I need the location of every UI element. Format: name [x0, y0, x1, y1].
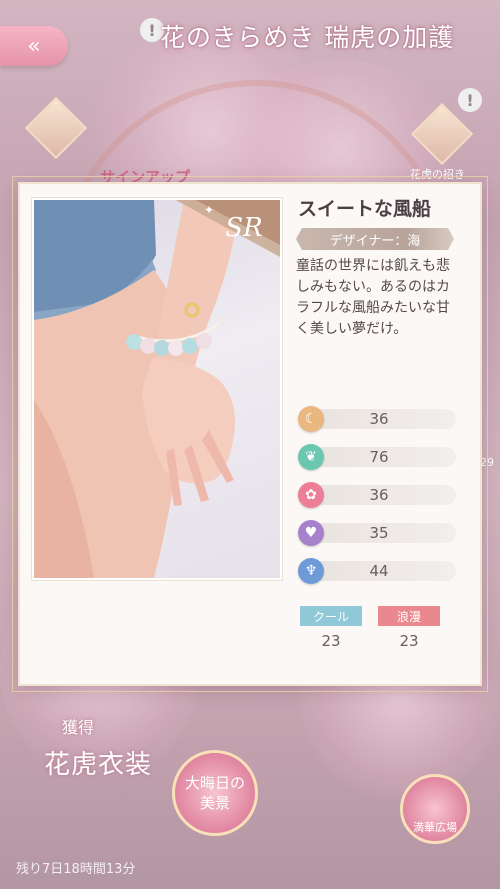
style-tag-romance-value: 23: [399, 632, 419, 650]
moon-crest-icon: ☾: [298, 406, 324, 432]
style-tag-cool-value: 23: [321, 632, 341, 650]
flower-crest-icon: ✿: [298, 482, 324, 508]
style-tag-romance: 浪漫: [378, 606, 440, 626]
rarity-label: SR: [225, 213, 262, 243]
stat-row: 36 ✿: [298, 482, 456, 508]
item-photo: SR ✦: [34, 200, 280, 578]
pillar-crest-icon: ♆: [298, 558, 324, 584]
stat-row: 76 ❦: [298, 444, 456, 470]
stat-value: 36: [369, 486, 389, 504]
rarity-badge: SR ✦: [175, 200, 280, 257]
stat-row: 44 ♆: [298, 558, 456, 584]
style-tag-cool: クール: [300, 606, 362, 626]
heart-crest-icon: ♥: [298, 520, 324, 546]
stat-row: 35 ♥: [298, 520, 456, 546]
svg-text:✦: ✦: [204, 203, 214, 217]
stat-value: 76: [369, 448, 389, 466]
designer-tag: デザイナー：海: [296, 228, 454, 250]
stat-value: 35: [369, 524, 389, 542]
leaf-crest-icon: ❦: [298, 444, 324, 470]
stat-value: 36: [369, 410, 389, 428]
stat-value: 44: [369, 562, 389, 580]
item-detail-card: SR ✦ スイートな風船 デザイナー：海 童話の世界には飢えも悲しみもない。ある…: [12, 176, 488, 692]
item-name: スイートな風船: [298, 198, 432, 220]
stat-row: 36 ☾: [298, 406, 456, 432]
item-description: 童話の世界には飢えも悲しみもない。あるのはカラフルな風船みたいな甘く美しい夢だけ…: [296, 258, 450, 337]
